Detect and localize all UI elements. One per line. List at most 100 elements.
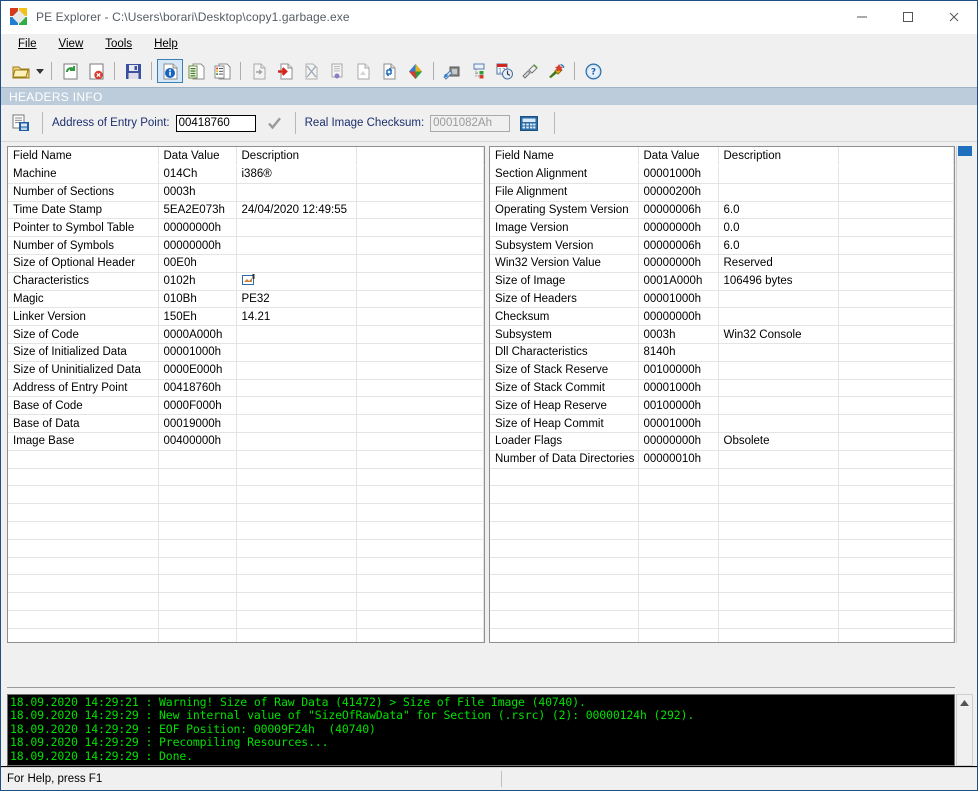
console-scrollbar[interactable] [956,694,973,766]
cell-spare[interactable] [356,201,484,220]
cell-field-name[interactable]: Number of Data Directories [490,450,639,469]
cell-description[interactable] [236,432,357,451]
cell-field-name[interactable]: Characteristics [8,272,159,291]
minimize-button[interactable] [839,1,885,33]
cell-data-value[interactable]: 00400000h [158,432,237,451]
upx-unpacker-icon[interactable] [543,59,569,83]
cell-spare[interactable] [356,290,484,309]
cell-description[interactable]: 6.0 [718,236,839,255]
cell-field-name[interactable]: Subsystem Version [490,236,639,255]
cell-data-value[interactable]: 00418760h [158,379,237,398]
data-directories-icon[interactable] [183,59,209,83]
cell-field-name[interactable]: Size of Image [490,272,639,291]
cell-field-name[interactable]: Size of Headers [490,290,639,309]
cell-description[interactable] [236,361,357,380]
table-row-empty[interactable] [8,610,484,629]
cell-data-value[interactable]: 0000A000h [158,325,237,344]
table-row[interactable]: Size of Headers 00001000h [490,290,954,309]
cell-description[interactable] [718,396,839,416]
cell-spare[interactable] [356,165,484,184]
table-row-empty[interactable] [8,521,484,540]
cell-spare[interactable] [356,379,484,398]
column-header[interactable]: Description [718,147,839,166]
cell-description[interactable]: Obsolete [718,432,839,451]
cell-description[interactable] [718,379,839,398]
cell-data-value[interactable]: 150Eh [158,307,237,327]
cell-data-value[interactable]: 00000010h [638,450,719,469]
cell-data-value[interactable]: 0001A000h [638,272,719,291]
cell-description[interactable] [718,361,839,380]
cell-data-value[interactable]: 00000000h [158,236,237,255]
cell-field-name[interactable]: Magic [8,290,159,309]
table-row[interactable]: Size of Stack Reserve 00100000h [490,361,954,380]
cell-field-name[interactable]: Base of Data [8,414,159,433]
maximize-button[interactable] [885,1,931,33]
table-row-empty[interactable] [8,468,484,487]
cell-field-name[interactable]: Size of Stack Commit [490,379,639,398]
cell-spare[interactable] [356,183,484,202]
save-icon[interactable] [120,59,146,83]
cell-spare[interactable] [838,236,954,255]
cell-data-value[interactable]: 8140h [638,343,719,362]
cell-field-name[interactable]: Image Base [8,432,159,451]
cell-description[interactable] [236,236,357,255]
cell-field-name[interactable]: Subsystem [490,325,639,344]
cell-field-name[interactable]: Number of Sections [8,183,159,202]
table-row[interactable]: Checksum 00000000h [490,307,954,327]
calculator-icon[interactable] [518,114,540,132]
cell-spare[interactable] [838,272,954,291]
cell-data-value[interactable]: 0003h [158,183,237,202]
table-row[interactable]: Pointer to Symbol Table 00000000h [8,218,484,238]
cell-data-value[interactable]: 00001000h [158,343,237,362]
cell-description[interactable] [718,307,839,327]
cell-data-value[interactable]: 0000E000h [158,361,237,380]
cell-spare[interactable] [356,432,484,451]
table-row-empty[interactable] [8,592,484,611]
refresh-icon[interactable] [57,59,83,83]
table-row-empty[interactable] [490,574,954,594]
help-icon[interactable]: ? [580,59,606,83]
cell-data-value[interactable]: 00100000h [638,396,719,416]
cell-data-value[interactable]: 0102h [158,272,237,291]
cell-data-value[interactable]: 00001000h [638,290,719,309]
table-row[interactable]: Magic 010Bh PE32 [8,290,484,309]
cell-description[interactable] [718,414,839,433]
tables-vertical-scrollbar[interactable] [956,146,973,643]
dependency-scanner-icon[interactable] [465,59,491,83]
cell-spare[interactable] [838,450,954,469]
scrollbar-thumb[interactable] [958,146,972,156]
table-row-empty[interactable] [490,592,954,611]
table-row[interactable]: Size of Heap Commit 00001000h [490,414,954,433]
column-header[interactable]: Data Value [158,147,237,166]
table-row[interactable]: Win32 Version Value 00000000h Reserved [490,254,954,273]
cell-spare[interactable] [356,254,484,273]
cell-description[interactable] [236,183,357,202]
debug-icon[interactable] [324,59,350,83]
table-row[interactable]: Machine 014Ch i386® [8,165,484,184]
checksum-input[interactable] [430,114,511,132]
close-file-icon[interactable] [83,59,109,83]
cell-spare[interactable] [838,307,954,327]
table-row[interactable]: Size of Stack Commit 00001000h [490,379,954,398]
copy-headers-icon[interactable] [9,111,33,135]
table-row-empty[interactable] [490,485,954,505]
cell-spare[interactable] [838,379,954,398]
cell-spare[interactable] [356,236,484,255]
cell-field-name[interactable]: Size of Heap Reserve [490,396,639,416]
cell-description[interactable]: i386® [236,165,357,184]
disassembler-icon[interactable] [439,59,465,83]
cell-data-value[interactable]: 00000006h [638,236,719,255]
table-row-empty[interactable] [490,610,954,629]
cell-data-value[interactable]: 00000000h [638,218,719,238]
cell-description[interactable] [718,290,839,309]
table-row[interactable]: Number of Symbols 00000000h [8,236,484,255]
table-row[interactable]: File Alignment 00000200h [490,183,954,202]
cell-spare[interactable] [838,414,954,433]
table-row-empty[interactable] [490,539,954,558]
import-icon[interactable] [272,59,298,83]
table-row[interactable]: Dll Characteristics 8140h [490,343,954,362]
table-row-empty[interactable] [8,485,484,505]
cell-description[interactable] [718,343,839,362]
cell-field-name[interactable]: Win32 Version Value [490,254,639,273]
cell-description[interactable]: 14.21 [236,307,357,327]
